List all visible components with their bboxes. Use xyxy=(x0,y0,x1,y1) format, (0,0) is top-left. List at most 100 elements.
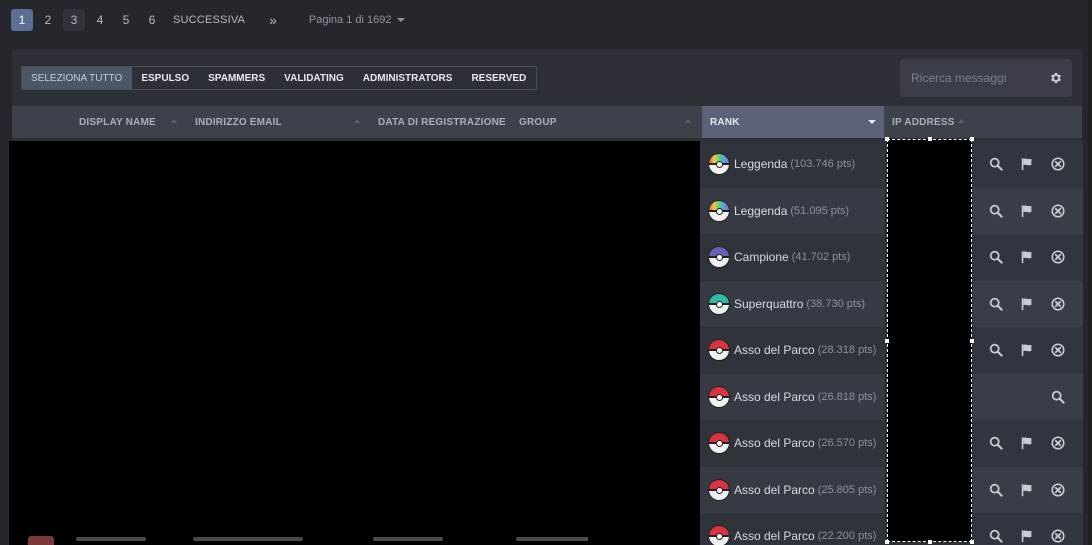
page-2-button[interactable]: 2 xyxy=(37,9,59,31)
filter-administrators-button[interactable]: ADMINISTRATORS xyxy=(354,67,463,89)
selection-handle[interactable] xyxy=(885,540,889,544)
filter-validating-button[interactable]: VALIDATING xyxy=(275,67,354,89)
rank-cell: Leggenda (51.095 pts) xyxy=(700,187,884,234)
actions-cell xyxy=(973,234,1083,281)
selection-handle[interactable] xyxy=(970,540,974,544)
column-header-display-name[interactable]: DISPLAY NAME xyxy=(79,106,156,138)
pokeball-rank-icon xyxy=(708,292,730,315)
flag-icon[interactable] xyxy=(1020,297,1034,311)
page-jump-dropdown[interactable]: Pagina 1 di 1692 xyxy=(309,14,406,26)
close-circle-icon[interactable] xyxy=(1051,436,1065,450)
rank-name: Asso del Parco xyxy=(734,529,815,544)
column-header-group[interactable]: GROUP xyxy=(519,106,557,138)
caret-down-icon xyxy=(397,18,406,22)
selection-handle[interactable] xyxy=(970,339,974,343)
pokeball-rank-icon xyxy=(708,153,730,176)
flag-icon[interactable] xyxy=(1020,436,1034,450)
last-page-button[interactable]: » xyxy=(259,9,287,31)
pokeball-rank-icon xyxy=(708,385,730,408)
rank-cell: Superquattro (38.730 pts) xyxy=(700,280,884,327)
column-label: RANK xyxy=(710,116,740,128)
column-header-rank[interactable]: RANK xyxy=(710,106,740,138)
close-circle-icon[interactable] xyxy=(1051,157,1065,171)
filter-button-group: SELEZIONA TUTTO ESPULSO SPAMMERS VALIDAT… xyxy=(21,66,538,90)
pokeball-rank-icon xyxy=(708,339,730,362)
rank-name: Asso del Parco xyxy=(734,482,815,497)
flag-icon[interactable] xyxy=(1020,483,1034,497)
page-1-button[interactable]: 1 xyxy=(11,9,33,31)
column-label: DATA DI REGISTRAZIONE xyxy=(378,116,506,128)
pokeball-rank-icon xyxy=(708,525,730,545)
magnifier-icon[interactable] xyxy=(989,157,1003,171)
page-6-button[interactable]: 6 xyxy=(141,9,163,31)
actions-cell xyxy=(973,513,1083,545)
sort-icon xyxy=(685,119,691,123)
selection-handle[interactable] xyxy=(928,137,932,141)
gear-icon[interactable] xyxy=(1049,71,1063,85)
selection-handle[interactable] xyxy=(885,339,889,343)
page-3-button[interactable]: 3 xyxy=(63,9,85,31)
column-label: INDIRIZZO EMAIL xyxy=(195,116,282,128)
selection-handle[interactable] xyxy=(928,540,932,544)
search-input[interactable] xyxy=(900,59,1050,97)
sort-icon xyxy=(958,119,964,123)
page-4-button[interactable]: 4 xyxy=(89,9,111,31)
magnifier-icon[interactable] xyxy=(989,297,1003,311)
column-header-registration-date[interactable]: DATA DI REGISTRAZIONE xyxy=(378,106,506,138)
filter-banned-button[interactable]: ESPULSO xyxy=(132,67,199,89)
flag-icon[interactable] xyxy=(1020,343,1034,357)
column-label: GROUP xyxy=(519,116,557,128)
rank-cell: Asso del Parco (25.805 pts) xyxy=(700,466,884,513)
rank-name: Asso del Parco xyxy=(734,436,815,451)
pokeball-rank-icon xyxy=(708,432,730,455)
filter-spammers-button[interactable]: SPAMMERS xyxy=(199,67,275,89)
flag-icon[interactable] xyxy=(1020,204,1034,218)
pokeball-rank-icon xyxy=(708,199,730,222)
actions-cell xyxy=(973,327,1083,374)
actions-cell xyxy=(973,187,1083,234)
table-header: DISPLAY NAME INDIRIZZO EMAIL DATA DI REG… xyxy=(12,106,1082,138)
magnifier-icon[interactable] xyxy=(989,343,1003,357)
close-circle-icon[interactable] xyxy=(1051,250,1065,264)
redacted-member-details xyxy=(9,141,700,545)
blurred-text xyxy=(76,537,146,541)
window-edge xyxy=(1088,0,1092,545)
rank-points: (22.200 pts) xyxy=(817,530,877,543)
next-page-button[interactable]: SUCCESSIVA xyxy=(167,9,255,31)
selection-handle[interactable] xyxy=(970,137,974,141)
close-circle-icon[interactable] xyxy=(1051,203,1065,218)
rank-points: (26.570 pts) xyxy=(817,437,877,450)
magnifier-icon[interactable] xyxy=(989,436,1003,450)
rank-name: Asso del Parco xyxy=(734,389,815,404)
close-circle-icon[interactable] xyxy=(1051,343,1065,357)
close-circle-icon[interactable] xyxy=(1051,529,1065,543)
rank-name: Superquattro xyxy=(734,296,804,311)
rank-points: (28.318 pts) xyxy=(817,344,877,357)
magnifier-icon[interactable] xyxy=(989,250,1003,264)
flag-icon[interactable] xyxy=(1020,250,1034,264)
rank-points: (51.095 pts) xyxy=(790,204,850,217)
filter-select-all-button[interactable]: SELEZIONA TUTTO xyxy=(22,67,133,89)
rank-cell: Leggenda (103.746 pts) xyxy=(700,141,884,188)
selection-handle[interactable] xyxy=(885,137,889,141)
sort-icon xyxy=(354,119,360,123)
flag-icon[interactable] xyxy=(1020,157,1034,171)
column-label: IP ADDRESS xyxy=(892,116,955,128)
magnifier-icon[interactable] xyxy=(989,529,1003,543)
rank-name: Asso del Parco xyxy=(734,343,815,358)
filter-reserved-button[interactable]: RESERVED xyxy=(462,67,536,89)
magnifier-icon[interactable] xyxy=(989,204,1003,218)
magnifier-icon[interactable] xyxy=(989,483,1003,497)
column-header-ip-address[interactable]: IP ADDRESS xyxy=(892,106,955,138)
actions-cell xyxy=(973,420,1083,467)
column-header-email[interactable]: INDIRIZZO EMAIL xyxy=(195,106,282,138)
page-5-button[interactable]: 5 xyxy=(115,9,137,31)
close-circle-icon[interactable] xyxy=(1051,296,1065,311)
column-label: DISPLAY NAME xyxy=(79,116,156,128)
magnifier-icon[interactable] xyxy=(1051,390,1065,404)
close-circle-icon[interactable] xyxy=(1051,482,1065,497)
rank-points: (41.702 pts) xyxy=(791,251,851,264)
rank-cell: Asso del Parco (26.818 pts) xyxy=(700,373,884,420)
avatar xyxy=(28,536,54,545)
flag-icon[interactable] xyxy=(1020,529,1034,543)
